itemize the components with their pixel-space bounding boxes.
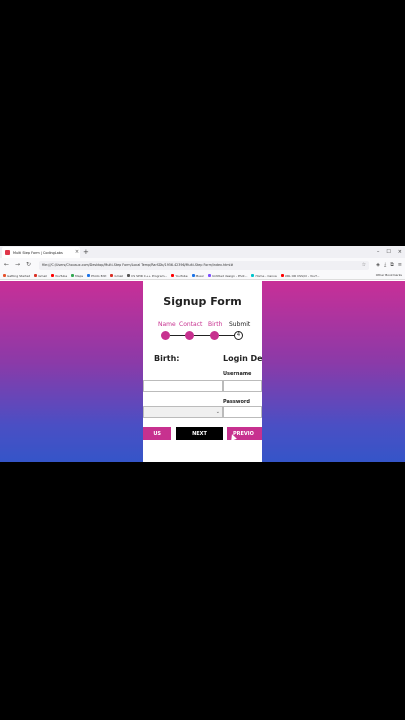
bookmark-favicon-icon [50,274,54,277]
bookmark-favicon-icon [127,274,131,277]
bookmark-label: Home - Canva [255,273,277,278]
step-indicator-birth [210,331,219,340]
username-input[interactable] [223,380,262,392]
address-bar[interactable]: file:///C:/Users/Chousux.com/Desktop/Mul… [39,260,370,270]
browser-window: Multi Step Form | CodingLabs × + – ☐ × ←… [0,246,405,462]
previous-button[interactable]: US [143,427,171,440]
step-label-name: Name [158,321,176,328]
bookmark-favicon-icon [208,274,212,277]
bookmark-item[interactable]: Getting Started [3,274,30,278]
step-label-contact: Contact [179,321,203,328]
extensions-icon[interactable]: ⧉ [390,262,394,268]
maximize-icon[interactable]: ☐ [386,247,390,257]
bookmark-label: CS SPIR C++ Program... [131,273,168,278]
bookmark-item[interactable]: Home - Canva [251,273,277,278]
step-label-submit: Submit [229,321,251,328]
bookmark-label: YouTube [54,273,68,278]
bookmark-label: Getting Started [7,273,31,278]
bookmark-item[interactable]: Music [191,273,205,278]
birth-section-title: Birth: [154,354,180,363]
shield-icon[interactable]: ◈ [376,262,380,268]
birth-gender-select[interactable]: ⌄ [143,406,223,418]
bookmark-favicon-icon [71,274,75,277]
forward-arrow-icon[interactable]: → [14,262,21,268]
tab-bar: Multi Step Form | CodingLabs × + – ☐ × [0,246,405,258]
favicon-icon [5,250,10,255]
bookmark-star-icon[interactable]: ☆ [362,262,366,268]
navigation-bar: ← → ↻ file:///C:/Users/Chousux.com/Deskt… [0,258,405,272]
step-indicator-contact [185,331,194,340]
bookmark-item[interactable]: YouTube [50,273,68,278]
other-bookmarks[interactable]: Other Bookmarks [376,273,402,277]
reload-icon[interactable]: ↻ [25,262,32,268]
close-tab-icon[interactable]: × [74,250,80,255]
step-connector [219,335,235,336]
bookmark-favicon-icon [191,274,195,277]
back-arrow-icon[interactable]: ← [3,262,10,268]
bookmark-label: Gmail [38,273,47,278]
close-window-icon[interactable]: × [398,247,402,257]
bookmark-label: URL OR CSS/CI - YouT... [284,273,320,278]
bookmark-item[interactable]: Gmail [110,274,123,278]
toolbar-icons: ◈ ⤓ ⧉ ≡ [376,262,402,268]
bookmark-item[interactable]: URL OR CSS/CI - YouT... [280,273,320,278]
tab-title: Multi Step Form | CodingLabs [13,250,63,255]
bookmark-item[interactable]: YouTube [171,273,188,278]
form-title: Signup Form [163,295,242,308]
bookmark-favicon-icon [110,274,114,277]
bookmark-item[interactable]: CS SPIR C++ Program... [127,274,167,278]
bookmark-item[interactable]: Maps [71,274,83,278]
bookmark-favicon-icon [87,274,91,277]
download-icon[interactable]: ⤓ [384,262,386,268]
url-text: file:///C:/Users/Chousux.com/Desktop/Mul… [42,263,234,267]
window-controls: – ☐ × [377,247,402,257]
next-button[interactable]: NEXT [176,427,223,440]
username-label: Username [223,371,252,377]
minimize-icon[interactable]: – [377,247,380,257]
new-tab-button[interactable]: + [83,247,89,257]
password-label: Password [223,399,250,405]
bookmark-favicon-icon [34,274,38,277]
bookmark-label: Untitled design - Phot... [212,273,248,278]
signup-card: Signup Form Name Contact Birth Submit 4 … [143,281,262,462]
bookmark-label: Music [195,273,205,278]
page-background: Signup Form Name Contact Birth Submit 4 … [0,281,405,462]
bookmark-favicon-icon [3,274,6,277]
bookmark-label: Maps [75,273,84,278]
chevron-down-icon: ⌄ [215,409,220,415]
step-number: 4 [236,332,241,338]
bookmark-item[interactable]: Untitled design - Phot... [208,274,247,278]
bookmark-favicon-icon [280,274,284,277]
password-input[interactable] [223,406,262,418]
bookmark-item[interactable]: Photo Edit [87,274,106,278]
bookmark-item[interactable]: Gmail [34,274,47,278]
step-indicator-submit: 4 [234,331,243,340]
menu-icon[interactable]: ≡ [398,262,402,268]
bookmark-favicon-icon [171,274,175,277]
bookmarks-bar: Getting Started Gmail YouTube Maps Photo Edi… [0,272,405,280]
bookmark-favicon-icon [251,274,255,277]
bookmark-label: Photo Edit [91,273,107,278]
birth-date-input[interactable] [143,380,223,392]
step-connector [194,335,211,336]
step-label-birth: Birth [208,321,223,328]
login-section-title: Login De [223,354,262,363]
bookmark-label: YouTube [175,273,188,278]
step-indicator-name [161,331,170,340]
bookmark-label: Gmail [114,273,124,278]
browser-tab[interactable]: Multi Step Form | CodingLabs × [2,247,80,258]
